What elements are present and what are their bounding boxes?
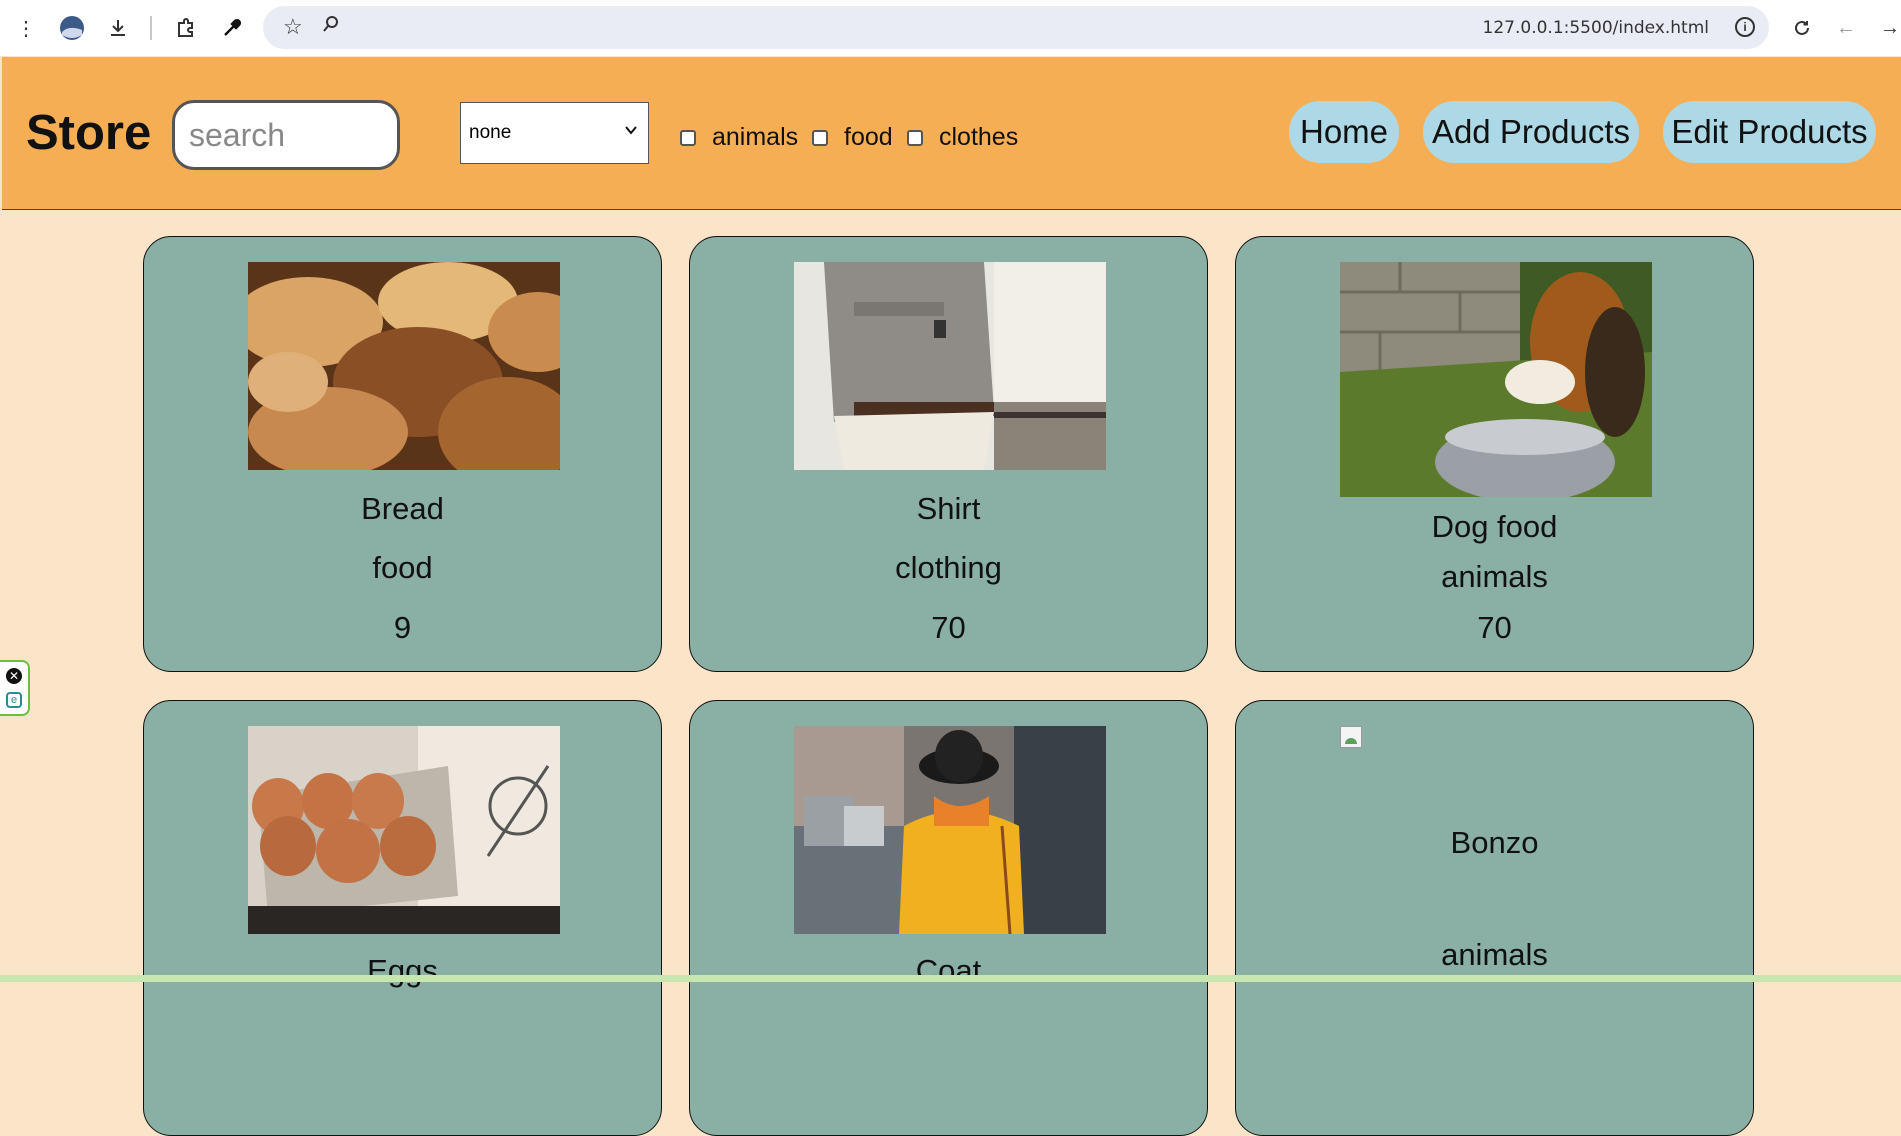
add-products-button[interactable]: Add Products xyxy=(1423,101,1639,163)
reload-icon[interactable] xyxy=(1788,14,1816,42)
zoom-icon[interactable] xyxy=(321,14,341,39)
menu-dots-icon[interactable]: ⋮ xyxy=(12,14,40,42)
sort-select-value: none xyxy=(469,122,512,143)
product-name: Bread xyxy=(361,491,444,526)
forward-icon[interactable]: → xyxy=(1876,14,1901,42)
address-bar[interactable]: ☆ 127.0.0.1:5500/index.html i xyxy=(263,6,1769,49)
coat-photo xyxy=(794,726,1106,934)
product-price: 70 xyxy=(1477,610,1512,645)
product-card[interactable]: Shirt clothing 70 xyxy=(689,236,1208,672)
product-name: Coat xyxy=(915,953,982,988)
store-title: Store xyxy=(26,106,152,160)
extension-e-icon[interactable]: e xyxy=(6,692,22,708)
product-card[interactable]: Bread food 9 xyxy=(143,236,662,672)
product-name: Eggs xyxy=(367,953,438,988)
broken-image-icon xyxy=(1340,726,1362,748)
product-name: Bonzo xyxy=(1450,825,1539,860)
eyedropper-icon[interactable] xyxy=(218,14,246,42)
url-text[interactable]: 127.0.0.1:5500/index.html xyxy=(1483,18,1709,38)
extensions-icon[interactable] xyxy=(172,14,200,42)
product-card[interactable]: Dog food animals 70 xyxy=(1235,236,1754,672)
chevron-down-icon xyxy=(624,121,638,142)
bread-photo xyxy=(248,262,560,470)
product-name: Shirt xyxy=(916,491,981,526)
app-header: Store none animals food clothes Home Add… xyxy=(2,57,1901,210)
info-icon[interactable]: i xyxy=(1735,17,1755,37)
product-price: 70 xyxy=(931,610,966,645)
browser-toolbar: ⋮ ☆ 127.0.0.1:5500/index.html i ← → xyxy=(0,0,1901,56)
filter-animals-checkbox[interactable] xyxy=(680,129,696,146)
product-category: animals xyxy=(1441,559,1548,594)
filter-food-label: food xyxy=(844,123,893,151)
toolbar-separator xyxy=(150,16,152,40)
dog-photo xyxy=(1340,262,1652,497)
shirt-photo xyxy=(794,262,1106,470)
product-category: animals xyxy=(1441,937,1548,972)
star-icon[interactable]: ☆ xyxy=(283,14,303,40)
search-input[interactable] xyxy=(172,100,400,170)
edit-products-button[interactable]: Edit Products xyxy=(1663,101,1876,163)
home-button[interactable]: Home xyxy=(1289,101,1399,163)
product-category: food xyxy=(372,550,433,585)
filter-clothes[interactable]: clothes xyxy=(907,123,1018,152)
download-icon[interactable] xyxy=(104,14,132,42)
profile-icon[interactable] xyxy=(58,14,86,42)
filter-animals-label: animals xyxy=(712,123,799,151)
product-name: Dog food xyxy=(1431,509,1558,544)
product-category: clothing xyxy=(895,550,1002,585)
close-icon[interactable]: ✕ xyxy=(6,668,22,684)
product-card[interactable]: Eggs xyxy=(143,700,662,1136)
filter-animals[interactable]: animals xyxy=(680,123,798,152)
product-price: 9 xyxy=(393,610,412,645)
filter-food[interactable]: food xyxy=(812,123,893,152)
extension-side-widget: ✕ e xyxy=(0,660,30,716)
filter-food-checkbox[interactable] xyxy=(812,129,828,146)
product-card[interactable]: Coat xyxy=(689,700,1208,1136)
sort-select[interactable]: none xyxy=(460,102,649,164)
product-card[interactable]: Bonzo animals xyxy=(1235,700,1754,1136)
bottom-status-strip xyxy=(0,975,1901,982)
back-icon[interactable]: ← xyxy=(1832,14,1860,42)
filter-clothes-label: clothes xyxy=(939,123,1019,151)
eggs-photo xyxy=(248,726,560,934)
filter-clothes-checkbox[interactable] xyxy=(907,129,923,146)
